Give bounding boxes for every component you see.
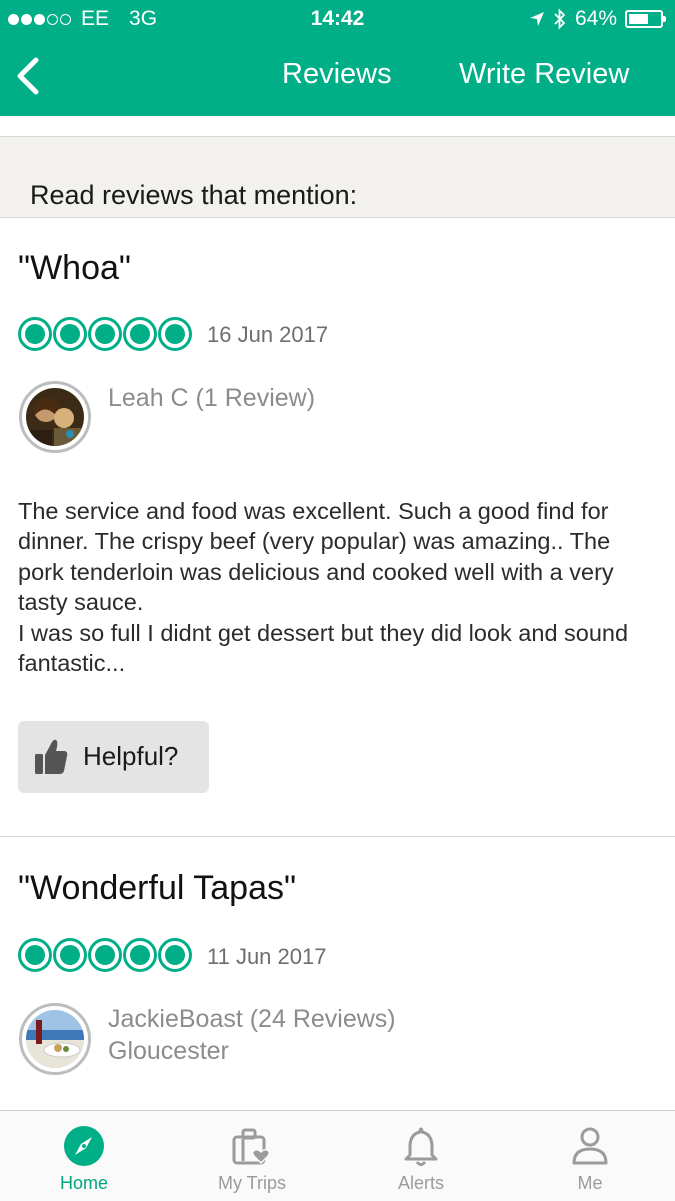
review-author-location: Gloucester [108,1037,229,1065]
reviews-tab-link[interactable]: Reviews [282,58,392,91]
mention-filter-header: Read reviews that mention: [0,136,675,218]
back-chevron-icon[interactable] [10,54,46,98]
battery-percent: 64% [574,7,617,30]
review-divider [0,836,675,837]
status-bar: EE 3G 14:42 64% [0,0,675,38]
review-title[interactable]: "Wonderful Tapas" [18,869,296,908]
avatar[interactable] [19,1003,91,1075]
helpful-button[interactable]: Helpful? [18,721,209,793]
rating-bubble-icon [18,938,52,972]
rating-bubble-icon [53,938,87,972]
review-body: The service and food was excellent. Such… [18,498,629,677]
navigation-bar: Reviews Write Review [0,40,675,116]
write-review-button[interactable]: Write Review [459,58,629,91]
tab-me[interactable]: Me [506,1111,674,1201]
bluetooth-icon [554,8,566,30]
rating-bubble-icon [53,317,87,351]
rating-bubble-icon [158,938,192,972]
rating-bubble-icon [18,317,52,351]
mention-filter-label: Read reviews that mention: [30,180,358,210]
bell-icon [404,1127,438,1166]
person-icon [572,1127,608,1165]
bottom-tab-bar: Home My Trips Alerts Me [0,1110,675,1201]
tab-my-trips-label: My Trips [217,1173,286,1193]
review-date: 11 Jun 2017 [207,944,327,969]
rating-bubbles [18,938,192,972]
rating-bubbles [18,317,192,351]
compass-icon [64,1126,104,1166]
review-author[interactable]: Leah C (1 Review) [108,382,315,414]
suitcase-heart-icon [232,1128,271,1165]
rating-bubble-icon [88,317,122,351]
review-title[interactable]: "Whoa" [18,249,131,288]
app-header: EE 3G 14:42 64% Reviews Write Review [0,0,675,116]
tab-alerts[interactable]: Alerts [337,1111,505,1201]
review-date: 16 Jun 2017 [207,322,329,347]
location-arrow-icon [529,12,544,26]
tab-me-label: Me [577,1173,603,1193]
rating-bubble-icon [88,938,122,972]
rating-bubble-icon [123,317,157,351]
tab-my-trips[interactable]: My Trips [168,1111,336,1201]
rating-bubble-icon [158,317,192,351]
helpful-label: Helpful? [83,741,179,771]
tab-home-label: Home [59,1173,108,1193]
avatar[interactable] [19,381,91,453]
tab-home[interactable]: Home [0,1111,168,1201]
tab-alerts-label: Alerts [397,1173,444,1193]
rating-bubble-icon [123,938,157,972]
battery-icon [625,10,666,28]
thumbs-up-icon [35,739,68,774]
review-author[interactable]: JackieBoast (24 Reviews) [108,1003,396,1035]
